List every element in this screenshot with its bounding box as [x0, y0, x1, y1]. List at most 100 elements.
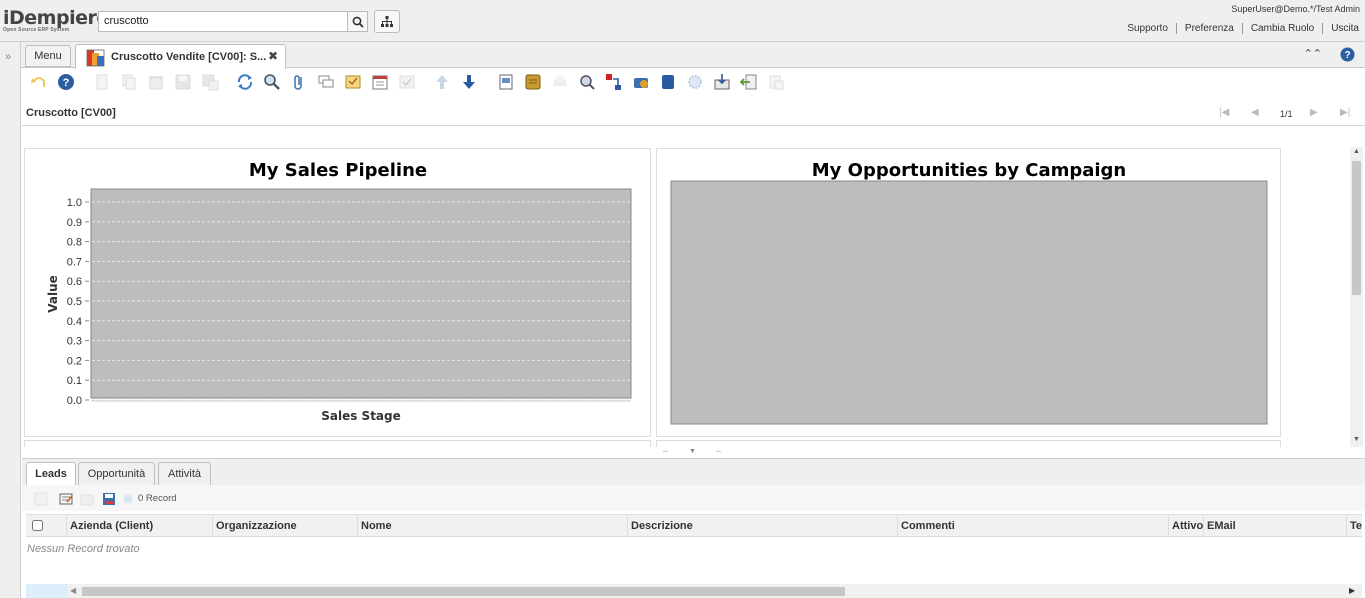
column-header[interactable]: Te [1346, 515, 1362, 537]
link-preferences[interactable]: Preferenza [1175, 23, 1242, 34]
y-tick-label: 0.1 [67, 375, 82, 387]
chat-icon[interactable] [317, 73, 335, 91]
previous-arrow-icon[interactable]: ◀ [1251, 107, 1259, 118]
column-header[interactable]: Commenti [897, 515, 1168, 537]
tab-menu[interactable]: Menu [25, 45, 71, 67]
tab-opportunities[interactable]: Opportunità [78, 462, 155, 486]
record-counter: 1/1 [1280, 109, 1293, 119]
scroll-up-icon[interactable]: ▲ [1353, 148, 1360, 155]
next-panel-top-right [656, 440, 1281, 447]
column-header[interactable]: EMail [1203, 515, 1346, 537]
drag-handle-icon[interactable]: ┄ [663, 447, 668, 456]
column-header[interactable]: Organizzazione [212, 515, 357, 537]
dashboard-scrollbar[interactable]: ▲ ▼ [1350, 147, 1363, 447]
report-icon[interactable] [497, 73, 515, 91]
window-icon [86, 49, 105, 67]
plot-area [670, 180, 1268, 425]
expand-panel-icon[interactable]: » [5, 51, 11, 63]
y-tick-label: 0.2 [67, 355, 82, 367]
y-tick-label: 0.4 [67, 316, 82, 328]
new-row-icon[interactable] [34, 492, 48, 506]
save-row-icon[interactable] [102, 492, 116, 506]
y-tick-label: 0.6 [67, 276, 82, 288]
y-tick-label: 0.7 [67, 256, 82, 268]
y-tick-label: 0.3 [67, 336, 82, 348]
leads-grid: 0 Record Azienda (Client) Organizzazione… [22, 485, 1365, 598]
header-links: Supporto Preferenza Cambia Ruolo Uscita [1119, 23, 1359, 34]
west-panel-collapsed: » [0, 42, 21, 598]
detail-panel: Leads Opportunità Attività 0 Record Azie… [22, 459, 1365, 598]
scroll-down-icon[interactable]: ▼ [1353, 436, 1360, 443]
grid-header: Azienda (Client) Organizzazione Nome Des… [26, 514, 1362, 537]
link-change-role[interactable]: Cambia Ruolo [1241, 23, 1322, 34]
calendar-icon[interactable] [371, 73, 389, 91]
undo-icon[interactable] [30, 73, 48, 91]
save-icon[interactable] [174, 73, 192, 91]
last-record-icon[interactable]: ▶| [1340, 107, 1350, 118]
menu-tree-button[interactable] [374, 10, 400, 33]
new-record-icon[interactable] [93, 73, 111, 91]
south-splitter[interactable]: ┄ ▼ ┄ [22, 447, 1365, 459]
copy-record-icon[interactable] [120, 73, 138, 91]
y-tick-label: 0.0 [67, 395, 82, 407]
column-header[interactable]: Nome [357, 515, 627, 537]
grid-toolbar: 0 Record [22, 485, 1365, 511]
search-icon [352, 16, 364, 28]
column-header[interactable]: Azienda (Client) [66, 515, 212, 537]
product-info-icon[interactable] [659, 73, 677, 91]
y-tick-label: 0.9 [67, 217, 82, 229]
help-icon[interactable]: ? [1340, 47, 1355, 62]
x-axis-label: Sales Stage [321, 409, 401, 423]
customize-icon[interactable] [686, 73, 704, 91]
select-all-checkbox[interactable] [32, 520, 43, 531]
scroll-left-icon[interactable]: ◀ [70, 586, 76, 595]
import-icon[interactable] [740, 73, 758, 91]
active-workflows-icon[interactable] [605, 73, 623, 91]
requests-icon[interactable] [632, 73, 650, 91]
global-search-input[interactable]: cruscotto [98, 11, 348, 32]
export-icon[interactable] [713, 73, 731, 91]
collapse-header-icon[interactable]: ⌃⌃ [1304, 47, 1322, 60]
save-new-icon[interactable] [201, 73, 219, 91]
link-support[interactable]: Supporto [1119, 23, 1176, 34]
previous-record-icon[interactable] [433, 73, 451, 91]
print-icon[interactable] [551, 73, 569, 91]
sitemap-icon [381, 16, 393, 27]
archive-icon[interactable] [524, 73, 542, 91]
scroll-thumb[interactable] [82, 587, 845, 596]
next-record-icon[interactable] [460, 73, 478, 91]
search-button[interactable] [347, 11, 368, 32]
find-icon[interactable] [263, 73, 281, 91]
refresh-icon[interactable] [236, 73, 254, 91]
close-icon[interactable]: ✖ [268, 49, 278, 63]
attachment-icon[interactable] [290, 73, 308, 91]
svg-text:?: ? [63, 77, 70, 89]
help-icon[interactable]: ? [57, 73, 75, 91]
breadcrumb: Cruscotto [CV00] |◀ ◀ 1/1 ▶ ▶| [22, 102, 1365, 126]
next-arrow-icon[interactable]: ▶ [1310, 107, 1318, 118]
first-record-icon[interactable]: |◀ [1219, 107, 1229, 118]
tab-activities[interactable]: Attività [158, 462, 211, 486]
idempiere-logo[interactable]: iDempiere Open Source ERP System [3, 8, 109, 34]
page-title[interactable]: Cruscotto [CV00] [26, 107, 116, 119]
grid-horizontal-scrollbar[interactable]: ◀ ▶ [26, 584, 1362, 598]
delete-icon[interactable] [147, 73, 165, 91]
form-toggle-icon[interactable] [398, 73, 416, 91]
scroll-thumb[interactable] [1352, 161, 1361, 295]
empty-grid-message: Nessun Record trovato [27, 543, 140, 555]
scroll-right-icon[interactable]: ▶ [1349, 586, 1355, 595]
sales-pipeline-chart: My Sales Pipeline 0.0 0.1 0.2 0.3 0.4 0.5 0.6 0… [46, 160, 632, 423]
grid-toggle-icon[interactable] [344, 73, 362, 91]
tab-sales-dashboard[interactable]: Cruscotto Vendite [CV00]: S... ✖ [75, 44, 286, 69]
user-info[interactable]: SuperUser@Demo.*/Test Admin [1231, 4, 1360, 14]
drag-handle-icon[interactable]: ┄ [716, 447, 721, 456]
column-header[interactable]: Attivo [1168, 515, 1203, 537]
delete-row-icon[interactable] [80, 492, 94, 506]
post-icon[interactable] [767, 73, 785, 91]
opportunities-campaign-chart: My Opportunities by Campaign [670, 160, 1268, 425]
edit-row-icon[interactable] [59, 492, 73, 506]
link-logout[interactable]: Uscita [1322, 23, 1359, 34]
column-header[interactable]: Descrizione [627, 515, 897, 537]
collapse-south-icon[interactable]: ▼ [689, 448, 696, 455]
zoom-across-icon[interactable] [578, 73, 596, 91]
